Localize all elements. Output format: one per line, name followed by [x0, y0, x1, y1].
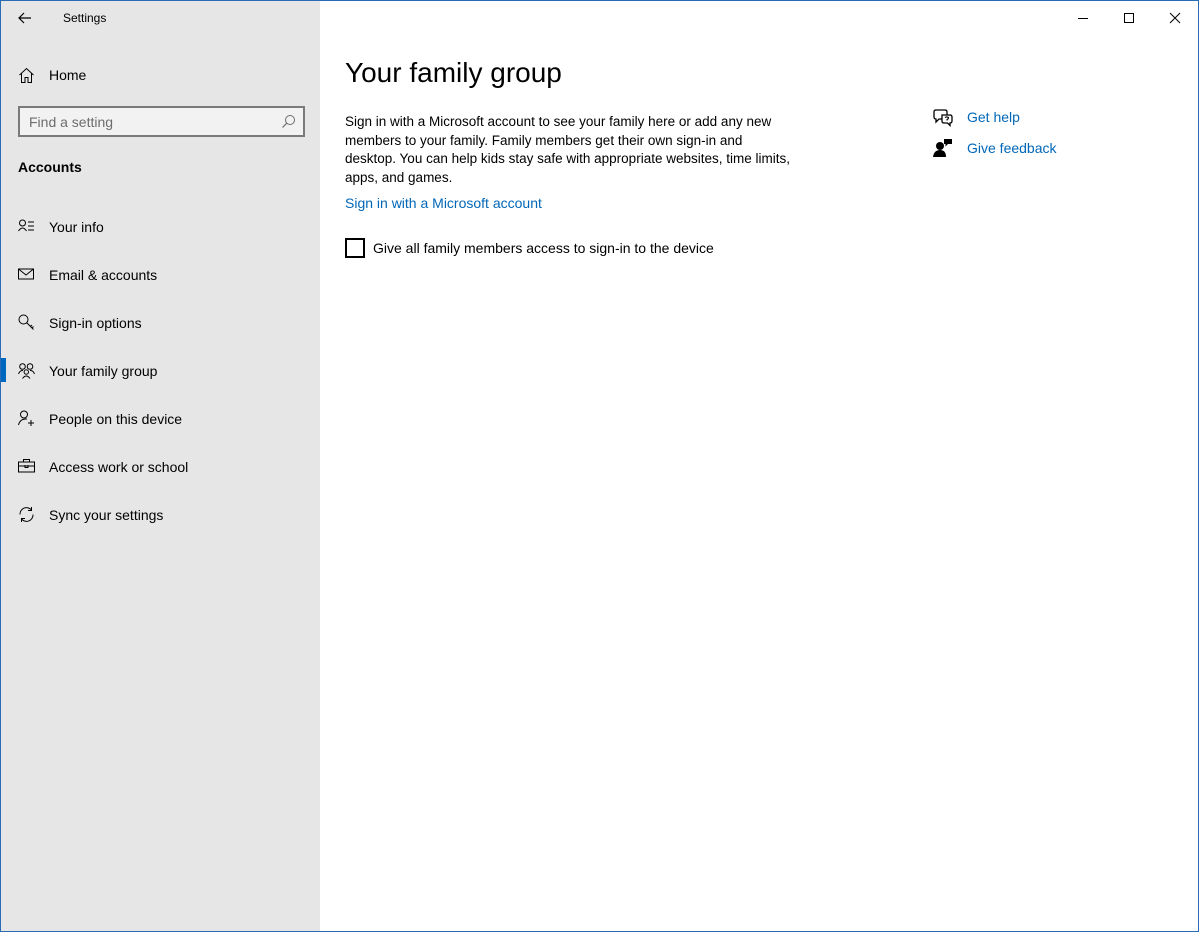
sidebar: Settings Home Accounts Your: [1, 1, 320, 931]
active-indicator: [1, 358, 6, 382]
settings-window: Settings Home Accounts Your: [0, 0, 1199, 932]
person-add-icon: [18, 410, 34, 426]
description-text: Sign in with a Microsoft account to see …: [345, 114, 790, 185]
sidebar-item-label: Sign-in options: [49, 315, 142, 331]
maximize-icon: [1124, 13, 1134, 23]
title-bar: Settings: [1, 1, 320, 35]
search-input[interactable]: [20, 113, 270, 130]
back-button[interactable]: [11, 5, 39, 31]
sidebar-item-your-family-group[interactable]: Your family group: [1, 346, 320, 394]
sidebar-item-access-work-or-school[interactable]: Access work or school: [1, 442, 320, 490]
close-icon: [1169, 12, 1181, 24]
search-icon[interactable]: [281, 114, 296, 129]
chat-help-icon: [933, 108, 953, 127]
feedback-icon: [933, 138, 952, 157]
sidebar-item-label: People on this device: [49, 411, 183, 427]
person-card-icon: [18, 219, 34, 232]
checkbox-label: Give all family members access to sign-i…: [373, 240, 714, 256]
give-feedback-link[interactable]: Give feedback: [933, 132, 1057, 163]
search-box: [18, 106, 305, 137]
sidebar-item-people-on-this-device[interactable]: People on this device: [1, 394, 320, 442]
sign-in-microsoft-link[interactable]: Sign in with a Microsoft account: [345, 195, 542, 211]
page-title: Your family group: [345, 57, 562, 88]
home-icon: [19, 67, 34, 83]
window-controls: [1060, 1, 1198, 35]
sidebar-item-sync-your-settings[interactable]: Sync your settings: [1, 490, 320, 538]
key-icon: [18, 314, 34, 330]
family-icon: [18, 363, 35, 379]
get-help-label: Get help: [967, 108, 1020, 125]
briefcase-icon: [18, 459, 35, 473]
sidebar-item-your-info[interactable]: Your info: [1, 202, 320, 250]
back-arrow-icon: [18, 12, 31, 24]
family-access-checkbox[interactable]: [345, 238, 365, 258]
sidebar-item-label: Your info: [49, 219, 104, 235]
minimize-icon: [1078, 18, 1088, 19]
envelope-icon: [18, 268, 34, 280]
section-title: Accounts: [18, 159, 82, 175]
sidebar-nav: Your info Email & accounts Sign-in optio…: [1, 202, 320, 538]
sidebar-item-label: Access work or school: [49, 459, 189, 475]
sidebar-item-label: Email & accounts: [49, 267, 158, 283]
close-button[interactable]: [1152, 1, 1198, 35]
sidebar-item-sign-in-options[interactable]: Sign-in options: [1, 298, 320, 346]
app-title: Settings: [63, 11, 107, 25]
maximize-button[interactable]: [1106, 1, 1152, 35]
help-panel: Get help Give feedback: [933, 101, 1057, 163]
family-access-checkbox-row[interactable]: Give all family members access to sign-i…: [345, 238, 714, 258]
sidebar-item-home[interactable]: Home: [1, 59, 320, 91]
sync-icon: [19, 507, 34, 522]
give-feedback-label: Give feedback: [967, 139, 1057, 156]
get-help-link[interactable]: Get help: [933, 101, 1057, 132]
sidebar-item-label: Sync your settings: [49, 507, 164, 523]
home-label: Home: [49, 67, 87, 83]
main-content: Your family group Sign in with a Microso…: [321, 1, 1198, 931]
minimize-button[interactable]: [1060, 1, 1106, 35]
sidebar-item-label: Your family group: [49, 363, 158, 379]
sidebar-item-email-accounts[interactable]: Email & accounts: [1, 250, 320, 298]
